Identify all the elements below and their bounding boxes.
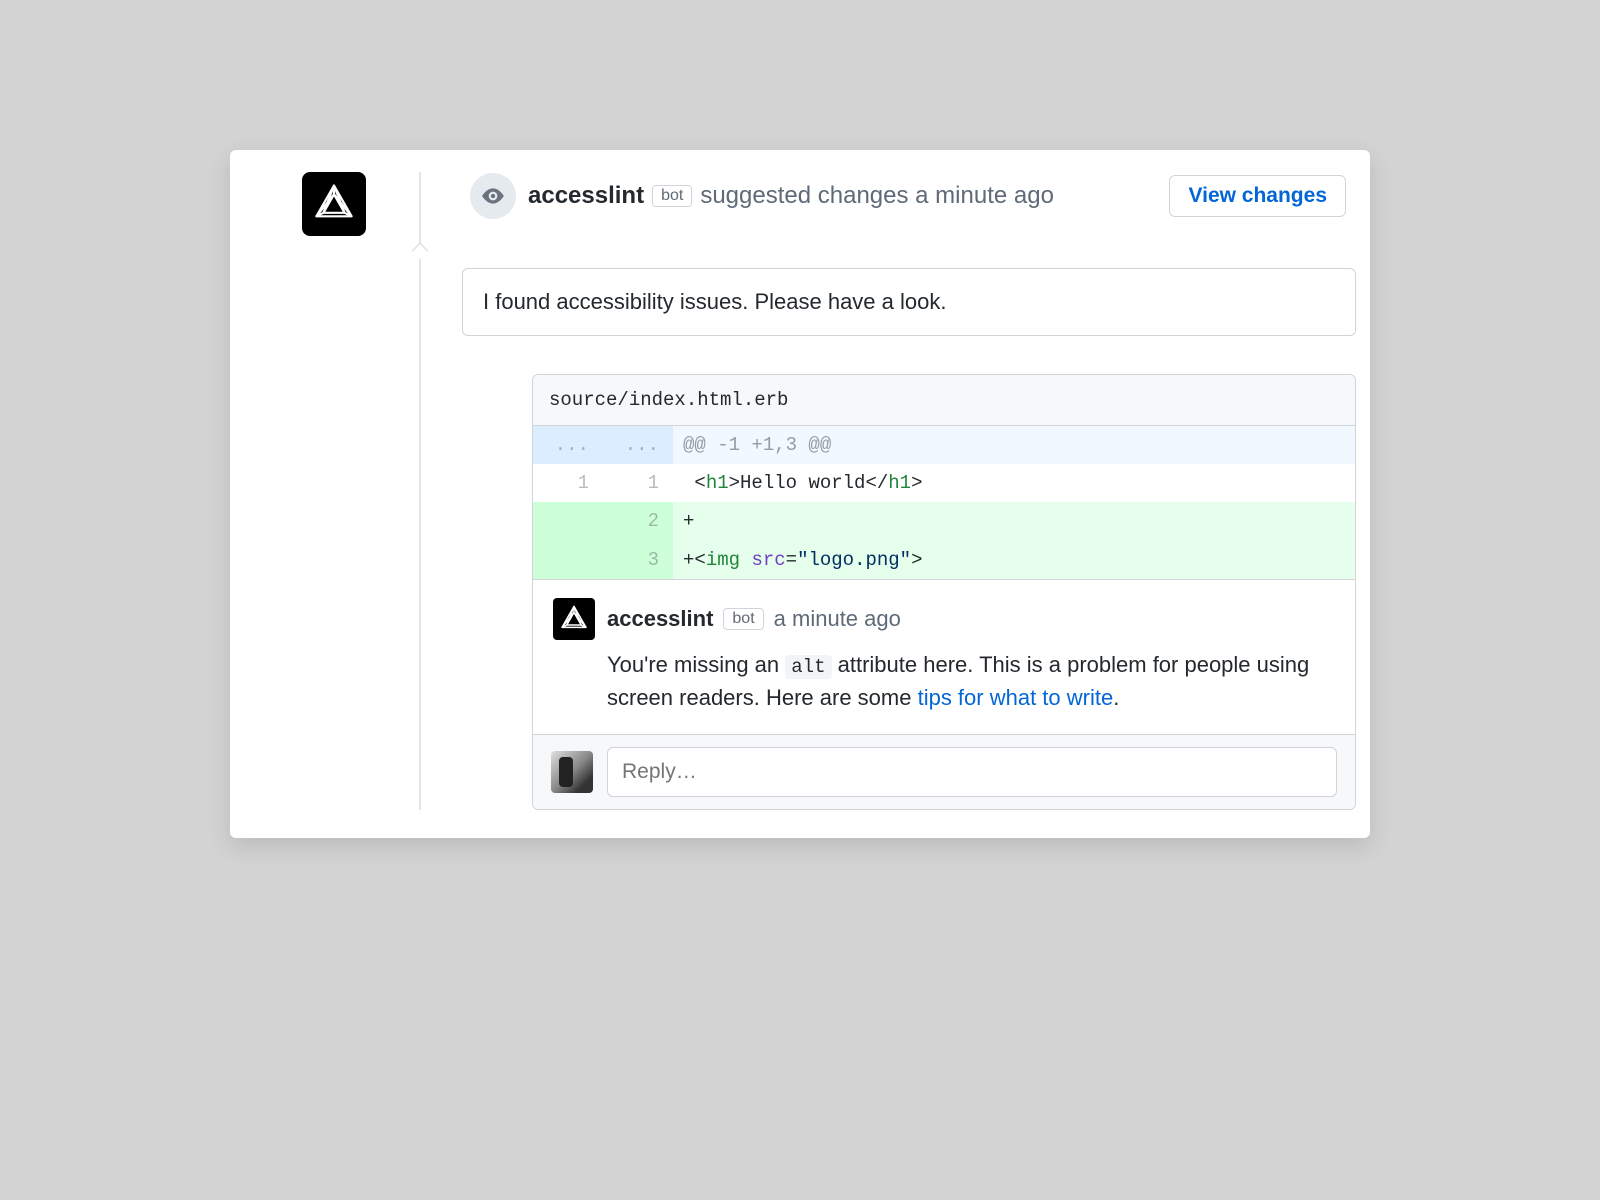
inline-comment: accesslint bot a minute ago You're missi… (533, 579, 1355, 735)
review-summary: I found accessibility issues. Please hav… (462, 268, 1356, 336)
reply-row (533, 734, 1355, 809)
app-avatar[interactable] (302, 172, 366, 236)
comment-text: . (1113, 685, 1119, 710)
diff-hunk-header: @@ -1 +1,3 @@ (673, 426, 1355, 464)
accesslint-logo-icon (559, 604, 589, 634)
review-state-badge (470, 173, 516, 219)
diff-line: 2 + (533, 502, 1355, 540)
diff-table: ... ... @@ -1 +1,3 @@ 1 1 <h1>Hello worl… (533, 426, 1355, 579)
tips-link[interactable]: tips for what to write (918, 685, 1114, 710)
inline-code: alt (785, 655, 831, 679)
diff-block: source/index.html.erb ... ... @@ -1 +1,3… (532, 374, 1356, 810)
comment-body: You're missing an alt attribute here. Th… (607, 648, 1335, 715)
diff-line-num-old: ... (533, 426, 603, 464)
review-action-text: suggested changes a minute ago (700, 182, 1054, 210)
diff-line-num-new: 1 (603, 464, 673, 502)
reply-input[interactable] (607, 747, 1337, 797)
review-header: accesslint bot suggested changes a minut… (470, 172, 1356, 220)
diff-file-path[interactable]: source/index.html.erb (533, 375, 1355, 426)
diff-code: +<img src="logo.png"> (673, 541, 1355, 579)
eye-icon (480, 183, 506, 209)
diff-line-num-old: 1 (533, 464, 603, 502)
diff-line-num-old (533, 502, 603, 540)
diff-line: 1 1 <h1>Hello world</h1> (533, 464, 1355, 502)
bot-badge: bot (652, 185, 692, 207)
comment-time: a minute ago (774, 606, 901, 632)
accesslint-logo-icon (312, 182, 356, 226)
diff-line-num-new: ... (603, 426, 673, 464)
diff-line-num-old (533, 541, 603, 579)
comment-author[interactable]: accesslint (607, 606, 713, 632)
review-author[interactable]: accesslint (528, 182, 644, 210)
diff-code: <h1>Hello world</h1> (673, 464, 1355, 502)
summary-text: I found accessibility issues. Please hav… (483, 289, 1335, 315)
speech-arrow-icon (412, 243, 429, 260)
comment-avatar[interactable] (553, 598, 595, 640)
current-user-avatar[interactable] (551, 751, 593, 793)
timeline-line (419, 172, 421, 810)
diff-line-num-new: 2 (603, 502, 673, 540)
view-changes-button[interactable]: View changes (1169, 175, 1346, 217)
diff-code: + (673, 502, 1355, 540)
bot-badge: bot (723, 608, 763, 630)
comment-text: You're missing an (607, 652, 785, 677)
diff-line: 3 +<img src="logo.png"> (533, 541, 1355, 579)
diff-hunk-row: ... ... @@ -1 +1,3 @@ (533, 426, 1355, 464)
review-card: accesslint bot suggested changes a minut… (230, 150, 1370, 838)
diff-line-num-new: 3 (603, 541, 673, 579)
